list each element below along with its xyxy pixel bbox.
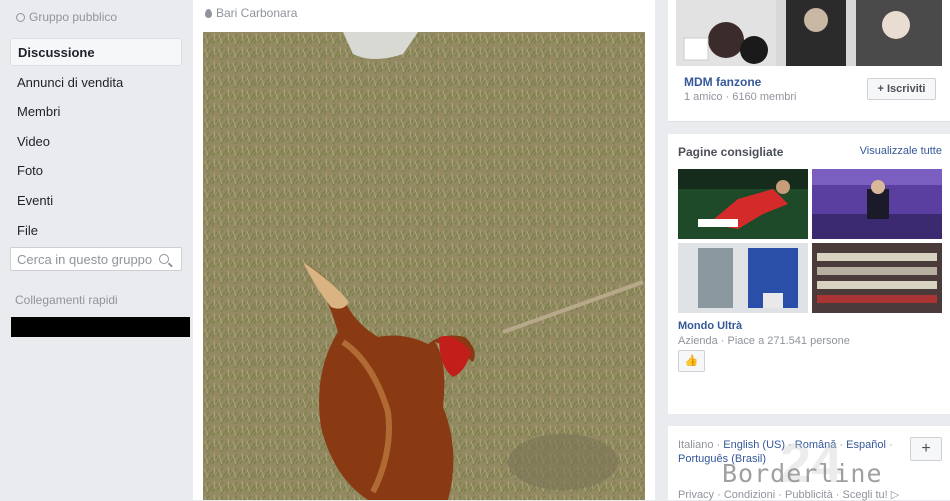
left-sidebar: Gruppo pubblico Discussione Annunci di v…: [0, 0, 192, 500]
quick-link-redacted[interactable]: [11, 317, 190, 337]
post: Bari Carbonara: [193, 0, 655, 500]
post-photo[interactable]: [203, 32, 645, 500]
current-language: Italiano: [678, 439, 714, 451]
nav-item-video[interactable]: Video: [10, 127, 182, 157]
suggested-group-card: MDM fanzone 1 amico · 6160 membri + Iscr…: [668, 0, 950, 122]
nav-item-discussione[interactable]: Discussione: [10, 38, 182, 66]
group-search-input[interactable]: [17, 251, 157, 267]
suggested-pages-card: Pagine consigliate Visualizzale tutte Mo…: [668, 134, 950, 414]
page-thumb-4[interactable]: [812, 243, 942, 313]
nav-item-membri[interactable]: Membri: [10, 97, 182, 127]
page-thumb-2[interactable]: [812, 169, 942, 239]
watermark-logo: Borderline: [722, 459, 883, 488]
like-page-button[interactable]: 👍: [678, 350, 705, 372]
adchoices-icon: ▷: [890, 489, 900, 501]
cover-photo: [676, 0, 942, 66]
suggested-page-meta: Azienda · Piace a 271.541 persone: [678, 335, 850, 347]
language-en[interactable]: English (US): [723, 439, 785, 451]
thumbs-up-icon: 👍: [684, 355, 699, 367]
join-group-button[interactable]: + Iscriviti: [867, 78, 936, 100]
see-all-link[interactable]: Visualizzale tutte: [860, 145, 942, 157]
language-es[interactable]: Español: [846, 439, 886, 451]
group-meta: 1 amico · 6160 membri: [684, 91, 797, 103]
post-location[interactable]: Bari Carbonara: [205, 6, 297, 20]
suggested-pages-title: Pagine consigliate: [678, 145, 784, 159]
location-pin-icon: [205, 8, 212, 18]
globe-icon: [16, 12, 25, 22]
footer-link-privacy[interactable]: Privacy: [678, 489, 714, 501]
chicken-photo: [203, 32, 645, 500]
search-icon[interactable]: [159, 254, 169, 264]
group-name[interactable]: MDM fanzone: [684, 75, 761, 89]
group-cover-image[interactable]: [676, 0, 942, 66]
nav-item-file[interactable]: File: [10, 216, 182, 246]
nav-item-eventi[interactable]: Eventi: [10, 186, 182, 216]
page-thumb-3[interactable]: [678, 243, 808, 313]
group-privacy: Gruppo pubblico: [16, 10, 117, 24]
add-language-button[interactable]: +: [910, 437, 942, 461]
suggested-page-name[interactable]: Mondo Ultrà: [678, 320, 742, 332]
nav-item-annunci[interactable]: Annunci di vendita: [10, 68, 182, 98]
footer-link-adchoices[interactable]: Scegli tu!: [842, 489, 887, 501]
group-nav: Discussione Annunci di vendita Membri Vi…: [10, 38, 182, 245]
group-privacy-label: Gruppo pubblico: [29, 10, 118, 24]
nav-item-foto[interactable]: Foto: [10, 156, 182, 186]
group-search: [10, 247, 182, 271]
post-location-label: Bari Carbonara: [216, 6, 298, 20]
footer-link-terms[interactable]: Condizioni: [724, 489, 775, 501]
page-thumb-1[interactable]: [678, 169, 808, 239]
quick-links-title: Collegamenti rapidi: [15, 293, 118, 307]
